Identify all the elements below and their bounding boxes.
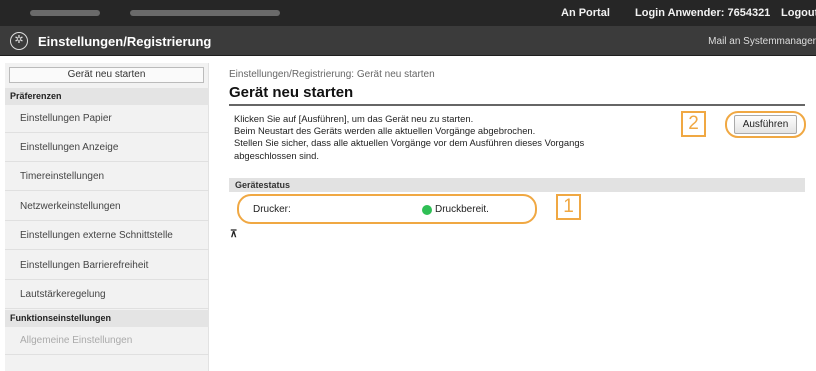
sidebar-item-timer-settings[interactable]: Timereinstellungen xyxy=(5,163,209,191)
blurred-header-text xyxy=(130,10,280,16)
page-title: Gerät neu starten xyxy=(229,84,354,101)
callout-number-2: 2 xyxy=(681,111,706,137)
app-title: Einstellungen/Registrierung xyxy=(38,34,212,49)
description-line: Beim Neustart des Geräts werden alle akt… xyxy=(234,125,536,137)
printer-status-row: Drucker: Druckbereit. xyxy=(237,194,537,224)
description-line: abgeschlossen sind. xyxy=(234,149,319,161)
sidebar-item-volume-control[interactable]: Lautstärkeregelung xyxy=(5,281,209,309)
title-bar: ✲ Einstellungen/Registrierung Mail an Sy… xyxy=(0,26,816,56)
status-ready-icon xyxy=(422,205,432,215)
sidebar-item-network-settings[interactable]: Netzwerkeinstellungen xyxy=(5,193,209,221)
blurred-header-text xyxy=(30,10,100,16)
sidebar-section-function-settings: Funktionseinstellungen xyxy=(5,310,209,327)
settings-gear-icon: ✲ xyxy=(10,32,28,50)
portal-link[interactable]: An Portal xyxy=(561,7,610,19)
logout-link[interactable]: Logout xyxy=(781,7,816,19)
printer-status-value-wrap: Druckbereit. xyxy=(422,204,489,215)
back-to-top-icon[interactable]: ⊼ xyxy=(230,229,237,240)
breadcrumb: Einstellungen/Registrierung: Gerät neu s… xyxy=(229,69,435,80)
sidebar-item-external-interface[interactable]: Einstellungen externe Schnittstelle xyxy=(5,222,209,250)
sidebar-item-restart-device[interactable]: Gerät neu starten xyxy=(9,67,204,83)
mail-to-admin-link[interactable]: Mail an Systemmanager xyxy=(708,36,816,47)
description-line: Stellen Sie sicher, dass alle aktuellen … xyxy=(234,137,585,149)
title-divider xyxy=(229,104,805,106)
top-bar: An Portal Login Anwender: 7654321 Logout xyxy=(0,0,816,26)
sidebar-item-display-settings[interactable]: Einstellungen Anzeige xyxy=(5,134,209,162)
sidebar-section-preferences: Präferenzen xyxy=(5,88,209,105)
sidebar-item-general-settings[interactable]: Allgemeine Einstellungen xyxy=(5,327,209,355)
sidebar-item-paper-settings[interactable]: Einstellungen Papier xyxy=(5,105,209,133)
login-user-text: Login Anwender: 7654321 xyxy=(635,7,771,19)
sidebar-item-accessibility[interactable]: Einstellungen Barrierefreiheit xyxy=(5,252,209,280)
callout-number-1: 1 xyxy=(556,194,581,220)
printer-status-label: Drucker: xyxy=(253,204,291,215)
description-line: Klicken Sie auf [Ausführen], um das Gerä… xyxy=(234,113,474,124)
sidebar: Gerät neu starten Präferenzen Einstellun… xyxy=(5,63,209,371)
device-status-header: Gerätestatus xyxy=(229,178,805,192)
printer-status-value: Druckbereit. xyxy=(435,204,489,215)
execute-button[interactable]: Ausführen xyxy=(725,111,806,138)
description: Klicken Sie auf [Ausführen], um das Gerä… xyxy=(234,113,674,162)
execute-button-label: Ausführen xyxy=(733,115,798,134)
